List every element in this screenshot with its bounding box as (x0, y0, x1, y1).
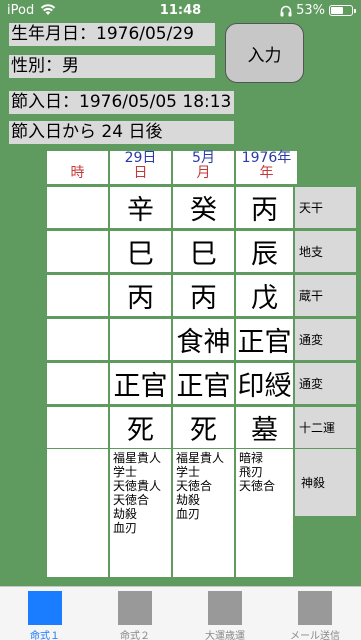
shinsatsu-label: 神殺 (295, 449, 356, 516)
birth-date-field: 生年月日：1976/05/29 (9, 23, 215, 46)
pillar-cell: 辛 (110, 187, 171, 228)
status-bar: iPod 11:48 53% (0, 0, 361, 22)
pillar-cell (110, 319, 171, 360)
shinsatsu-month: 福星貴人 学士 天徳合 劫殺 血刃 (173, 449, 234, 577)
row-label: 十二運 (295, 407, 356, 448)
setsu-date-field: 節入日：1976/05/05 18:13 (9, 91, 234, 114)
pillar-cell: 正官 (110, 363, 171, 404)
row-label: 天干 (295, 187, 356, 228)
tab-label: メール送信 (290, 631, 340, 640)
pillar-cell (47, 319, 108, 360)
pillar-cell: 死 (110, 407, 171, 448)
tab-label: 命式１ (30, 631, 60, 640)
row-label: 蔵干 (295, 275, 356, 316)
column-header-month: 5月 月 (173, 151, 234, 184)
column-header-hour: 時 (47, 151, 108, 184)
column-header-label: 月 (196, 165, 211, 181)
pillar-cell: 丙 (173, 275, 234, 316)
column-header-date: 1976年 (241, 150, 292, 166)
pillar-cell (47, 407, 108, 448)
row-label: 通変 (295, 319, 356, 360)
pillar-cell: 癸 (173, 187, 234, 228)
pillar-cell: 死 (173, 407, 234, 448)
tab-label: 大運歳運 (205, 631, 245, 640)
shinsatsu-hour (47, 449, 108, 577)
pillar-cell: 辰 (236, 231, 293, 272)
tab-label: 命式２ (120, 631, 150, 640)
column-header-year: 1976年 年 (236, 151, 297, 184)
pillar-cell: 丙 (110, 275, 171, 316)
tab-icon-meishiki-1 (28, 591, 62, 625)
column-header-label: 年 (259, 165, 274, 181)
column-header-date: 29日 (124, 150, 157, 166)
tab-icon-mail-send (298, 591, 332, 625)
row-label: 地支 (295, 231, 356, 272)
pillar-cell (47, 187, 108, 228)
pillar-cell (47, 275, 108, 316)
tab-mail-send[interactable]: メール送信 (270, 587, 360, 640)
pillar-cell: 墓 (236, 407, 293, 448)
shinsatsu-year: 暗禄 飛刃 天徳合 (236, 449, 293, 577)
pillar-cell: 印綬 (236, 363, 293, 404)
tab-taiun-saiun[interactable]: 大運歳運 (180, 587, 270, 640)
battery-icon (329, 5, 356, 16)
row-label: 通変 (295, 363, 356, 404)
pillar-cell: 戊 (236, 275, 293, 316)
gender-field: 性別：男 (9, 55, 215, 78)
shinsatsu-day: 福星貴人 学士 天徳貴人 天徳合 劫殺 血刃 (110, 449, 171, 577)
input-button[interactable]: 入力 (225, 23, 304, 83)
pillar-cell: 食神 (173, 319, 234, 360)
pillar-cell: 巳 (173, 231, 234, 272)
tab-bar: 命式１ 命式２ 大運歳運 メール送信 (0, 586, 361, 640)
tab-icon-meishiki-2 (118, 591, 152, 625)
pillar-cell: 巳 (110, 231, 171, 272)
column-header-date: 5月 (192, 150, 215, 166)
column-header-day: 29日 日 (110, 151, 171, 184)
pillar-cell (47, 231, 108, 272)
column-header-label: 時 (70, 165, 85, 181)
pillar-cell (47, 363, 108, 404)
days-after-field: 節入日から 24 日後 (9, 121, 234, 144)
column-header-label: 日 (133, 165, 148, 181)
battery-percent: 53% (296, 3, 325, 18)
pillar-cell: 丙 (236, 187, 293, 228)
headphones-icon (280, 5, 292, 16)
pillar-cell: 正官 (173, 363, 234, 404)
pillar-cell: 正官 (236, 319, 293, 360)
tab-meishiki-2[interactable]: 命式２ (90, 587, 180, 640)
tab-icon-taiun-saiun (208, 591, 242, 625)
tab-meishiki-1[interactable]: 命式１ (0, 587, 90, 640)
